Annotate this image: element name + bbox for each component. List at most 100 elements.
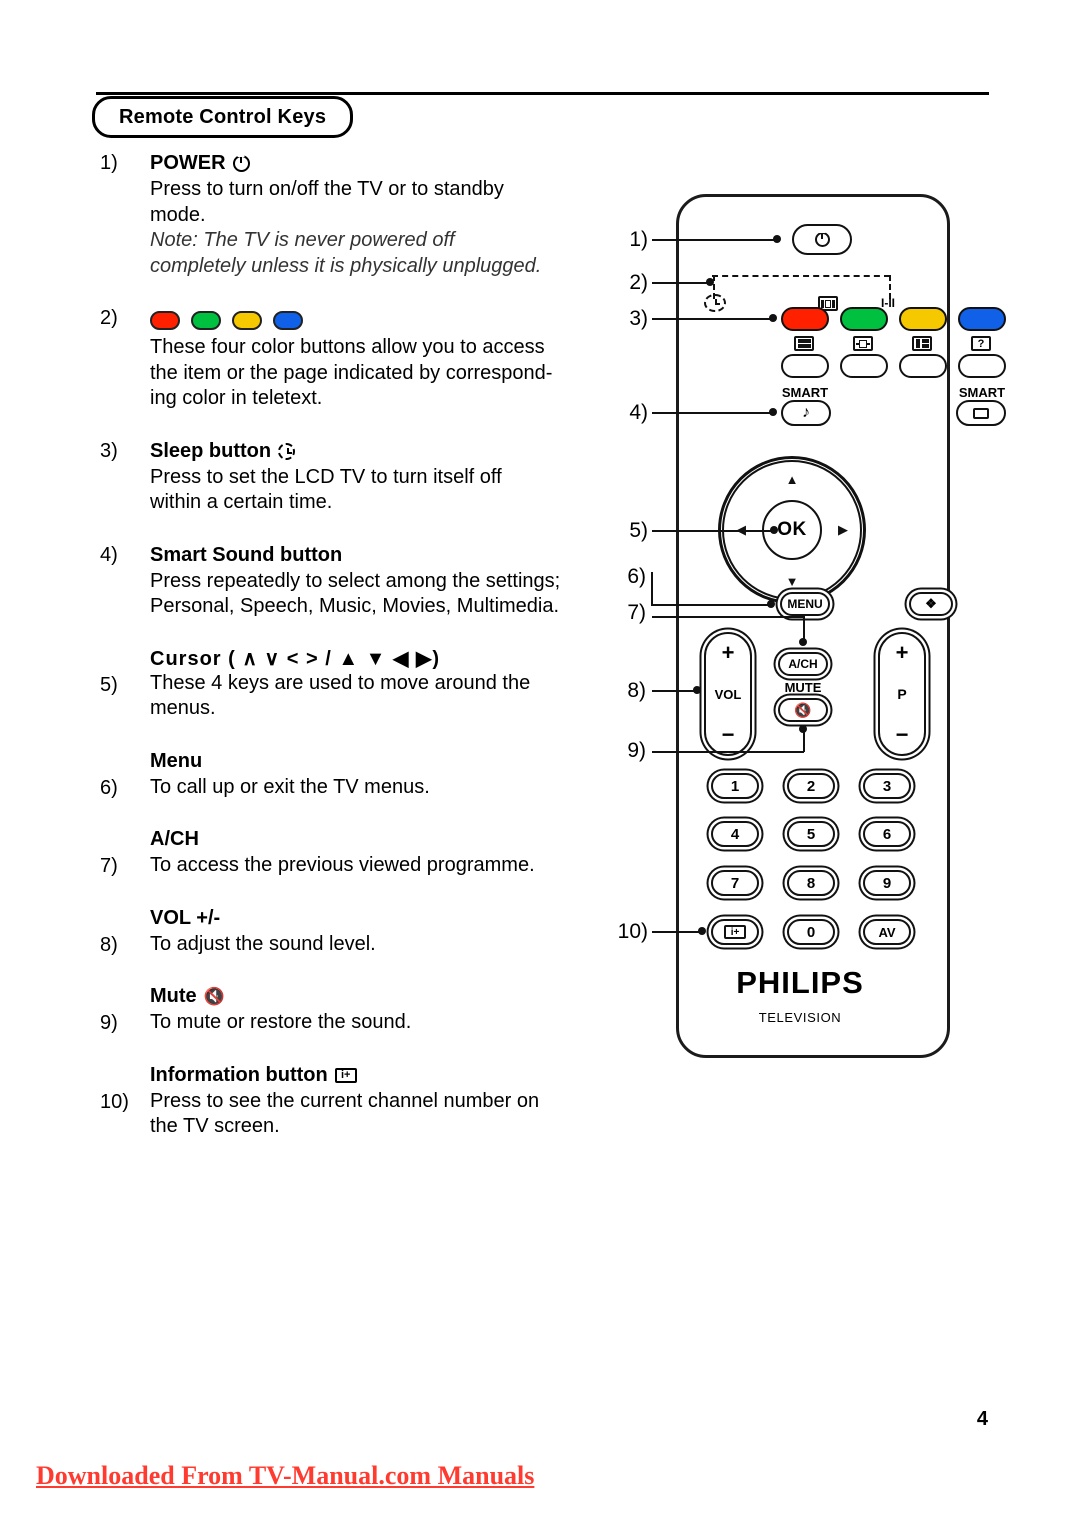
callout-2-dashed-line xyxy=(712,275,890,277)
entry-title: Information button xyxy=(150,1063,328,1086)
page-number: 4 xyxy=(976,1408,988,1430)
entry-title-row: A/CH xyxy=(150,826,600,853)
remote-control-diagram: 1) 2) I-II 3) ? SMART SMART 4) ♪ ▲ ▼ ▶ O… xyxy=(600,180,1006,1080)
red-button[interactable] xyxy=(781,307,829,331)
information-icon: i+ xyxy=(334,1067,357,1083)
callout-1-leader xyxy=(652,239,778,241)
callout-2-leader xyxy=(652,282,710,284)
volume-rocker[interactable]: + VOL − xyxy=(704,632,752,756)
blue-button[interactable] xyxy=(958,307,1006,331)
callout-6-leader xyxy=(651,604,771,606)
key-6[interactable]: 6 xyxy=(863,821,911,847)
power-icon xyxy=(232,155,250,172)
callout-8-leader xyxy=(652,690,696,692)
ok-label: OK xyxy=(777,519,807,540)
power-button[interactable] xyxy=(792,224,852,255)
callout-9-leader xyxy=(652,751,804,753)
entry-sleep: 3) Sleep button Press to set the LCD TV … xyxy=(100,438,600,516)
format-button[interactable]: ❖ xyxy=(909,592,953,616)
ach-button[interactable]: A/CH xyxy=(778,652,828,676)
mute-button[interactable]: 🔇 xyxy=(778,698,828,722)
sleep-icon xyxy=(278,442,296,460)
cursor-arrows: ( ∧ ∨ < > / ▲ ▼ ◀ ▶) xyxy=(228,647,441,670)
download-watermark[interactable]: Downloaded From TV-Manual.com Manuals xyxy=(36,1461,534,1491)
entry-number: 9) xyxy=(100,1012,118,1034)
callout-7: 7) xyxy=(627,601,646,624)
entry-title: Mute xyxy=(150,985,197,1007)
callout-6: 6) xyxy=(627,565,646,588)
section-title-label: Remote Control Keys xyxy=(119,105,327,128)
key-8[interactable]: 8 xyxy=(787,870,835,896)
information-button[interactable]: i+ xyxy=(711,919,759,945)
entry-line: Personal, Speech, Music, Movies, Multime… xyxy=(150,595,560,617)
callout-5-dot xyxy=(770,526,778,534)
callout-8: 8) xyxy=(627,679,646,702)
entry-line: Press to turn on/off the TV or to standb… xyxy=(150,178,504,200)
key-2[interactable]: 2 xyxy=(787,773,835,799)
brand-logo: PHILIPS xyxy=(736,965,864,1000)
ach-label: A/CH xyxy=(788,657,818,671)
color-buttons-legend xyxy=(150,305,600,335)
power-icon xyxy=(814,229,830,247)
volume-up-label: + xyxy=(721,640,735,665)
list-button[interactable] xyxy=(899,354,947,378)
entry-information: Information button i+ 10) Press to see t… xyxy=(100,1062,600,1140)
mute-icon: 🔇 xyxy=(203,987,225,1006)
entry-ach: A/CH 7) To access the previous viewed pr… xyxy=(100,826,600,879)
reveal-button[interactable] xyxy=(958,354,1006,378)
color-dot-yellow xyxy=(232,310,262,330)
cursor-up-button[interactable]: ▲ xyxy=(770,468,814,490)
yellow-button[interactable] xyxy=(899,307,947,331)
menu-button[interactable]: MENU xyxy=(780,592,830,616)
reveal-icon: ? xyxy=(971,336,991,351)
color-dot-blue xyxy=(273,310,303,330)
entry-number: 10) xyxy=(100,1090,129,1113)
entry-line: To mute or restore the sound. xyxy=(150,1011,412,1033)
entry-line: menus. xyxy=(150,697,216,719)
key-0[interactable]: 0 xyxy=(787,919,835,945)
callout-2: 2) xyxy=(629,271,648,294)
callout-3-dot xyxy=(769,314,777,322)
entry-title-row: POWER xyxy=(150,150,600,177)
teletext-index-button[interactable] xyxy=(781,354,829,378)
key-1[interactable]: 1 xyxy=(711,773,759,799)
entry-title-row: Cursor ( ∧ ∨ < > / ▲ ▼ ◀ ▶) xyxy=(150,646,600,671)
entry-line: Press repeatedly to select among the set… xyxy=(150,569,561,592)
entry-power: 1) POWER Press to turn on/off the TV or … xyxy=(100,150,600,279)
screen-icon xyxy=(973,407,989,419)
key-7[interactable]: 7 xyxy=(711,870,759,896)
key-label: 5 xyxy=(806,825,816,843)
smart-sound-button[interactable]: ♪ xyxy=(781,400,831,426)
subtitle-button[interactable] xyxy=(840,354,888,378)
callout-4-leader xyxy=(652,412,774,414)
cursor-right-button[interactable]: ▶ xyxy=(832,519,854,541)
key-3[interactable]: 3 xyxy=(863,773,911,799)
entry-line: These 4 keys are used to move around the xyxy=(150,671,531,694)
entry-title: Sleep button xyxy=(150,439,272,462)
entry-vol: VOL +/- 8) To adjust the sound level. xyxy=(100,905,600,958)
entry-title-row: VOL +/- xyxy=(150,905,600,932)
key-label: 0 xyxy=(806,923,816,941)
entry-cursor: Cursor ( ∧ ∨ < > / ▲ ▼ ◀ ▶) 5) These 4 k… xyxy=(100,646,600,722)
cursor-down-button[interactable]: ▼ xyxy=(770,570,814,592)
key-label: 3 xyxy=(882,777,892,795)
green-button[interactable] xyxy=(840,307,888,331)
brand-subtitle: TELEVISION xyxy=(758,1010,842,1025)
smart-sound-label: SMART xyxy=(781,385,829,400)
entry-line: To adjust the sound level. xyxy=(150,932,376,955)
instructions-column: 1) POWER Press to turn on/off the TV or … xyxy=(100,150,600,1140)
entry-line: ing color in teletext. xyxy=(150,387,323,409)
entry-number: 4) xyxy=(100,543,118,566)
key-5[interactable]: 5 xyxy=(787,821,835,847)
av-button[interactable]: AV xyxy=(863,919,911,945)
entry-title: POWER xyxy=(150,152,226,174)
key-4[interactable]: 4 xyxy=(711,821,759,847)
smart-picture-button[interactable] xyxy=(956,400,1006,426)
callout-6-leader-v xyxy=(651,572,653,605)
key-9[interactable]: 9 xyxy=(863,870,911,896)
program-rocker[interactable]: + P − xyxy=(878,632,926,756)
